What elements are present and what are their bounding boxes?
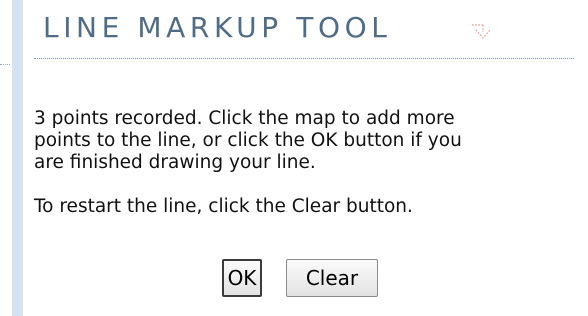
instructions-text: 3 points recorded. Click the map to add … — [34, 108, 564, 218]
status-message-line-3: are finished drawing your line. — [34, 152, 316, 173]
panel-header: LINE MARKUP TOOL — [34, 0, 588, 58]
panel-title: LINE MARKUP TOOL — [43, 11, 392, 44]
status-message-line-2: points to the line, or click the OK butt… — [34, 130, 462, 151]
line-markup-tool-panel: LINE MARKUP TOOL 3 points recorded. Clic… — [23, 0, 588, 316]
chevron-down-icon[interactable] — [470, 22, 492, 44]
status-message-line-1: 3 points recorded. Click the map to add … — [34, 108, 455, 129]
header-divider — [34, 58, 574, 59]
restart-instructions: To restart the line, click the Clear but… — [34, 196, 413, 217]
chevron-down-icon-graphic — [472, 24, 491, 39]
adjacent-panel-edge — [0, 0, 12, 316]
clear-button[interactable]: Clear — [286, 259, 378, 297]
panel-separator[interactable] — [12, 0, 23, 316]
adjacent-panel-divider — [0, 64, 10, 65]
ok-button[interactable]: OK — [222, 259, 262, 297]
markup-tool-window: LINE MARKUP TOOL 3 points recorded. Clic… — [0, 0, 588, 316]
